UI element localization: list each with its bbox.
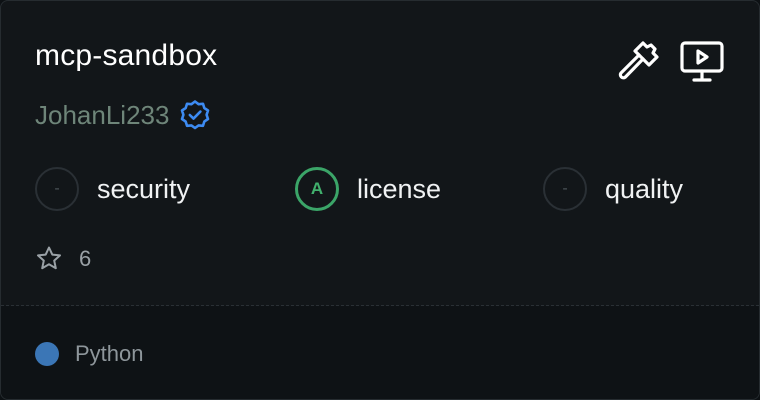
metric-security[interactable]: - security (35, 165, 190, 213)
verified-badge-icon (179, 99, 211, 131)
language-color-dot (35, 342, 59, 366)
star-icon[interactable] (35, 245, 63, 273)
hammer-icon[interactable] (613, 39, 659, 85)
metric-quality[interactable]: - quality (543, 165, 683, 213)
language-name: Python (75, 341, 144, 366)
star-count: 6 (79, 246, 92, 271)
license-label: license (357, 173, 442, 204)
repo-card[interactable]: mcp-sandbox JohanLi233 - security A lice… (0, 0, 760, 400)
license-grade: A (295, 167, 339, 211)
repo-title[interactable]: mcp-sandbox (35, 39, 217, 73)
quality-label: quality (605, 173, 684, 204)
monitor-play-icon[interactable] (679, 39, 725, 85)
quality-grade: - (543, 167, 587, 211)
card-actions (613, 39, 725, 85)
security-label: security (97, 173, 191, 204)
stars-row[interactable]: 6 (35, 245, 91, 273)
author-row: JohanLi233 (35, 99, 211, 131)
card-footer: Python (1, 306, 759, 399)
language-indicator: Python (35, 341, 144, 367)
security-grade: - (35, 167, 79, 211)
author-name[interactable]: JohanLi233 (35, 100, 169, 131)
metrics-row: - security A license - quality (35, 165, 725, 213)
metric-license[interactable]: A license (295, 165, 441, 213)
